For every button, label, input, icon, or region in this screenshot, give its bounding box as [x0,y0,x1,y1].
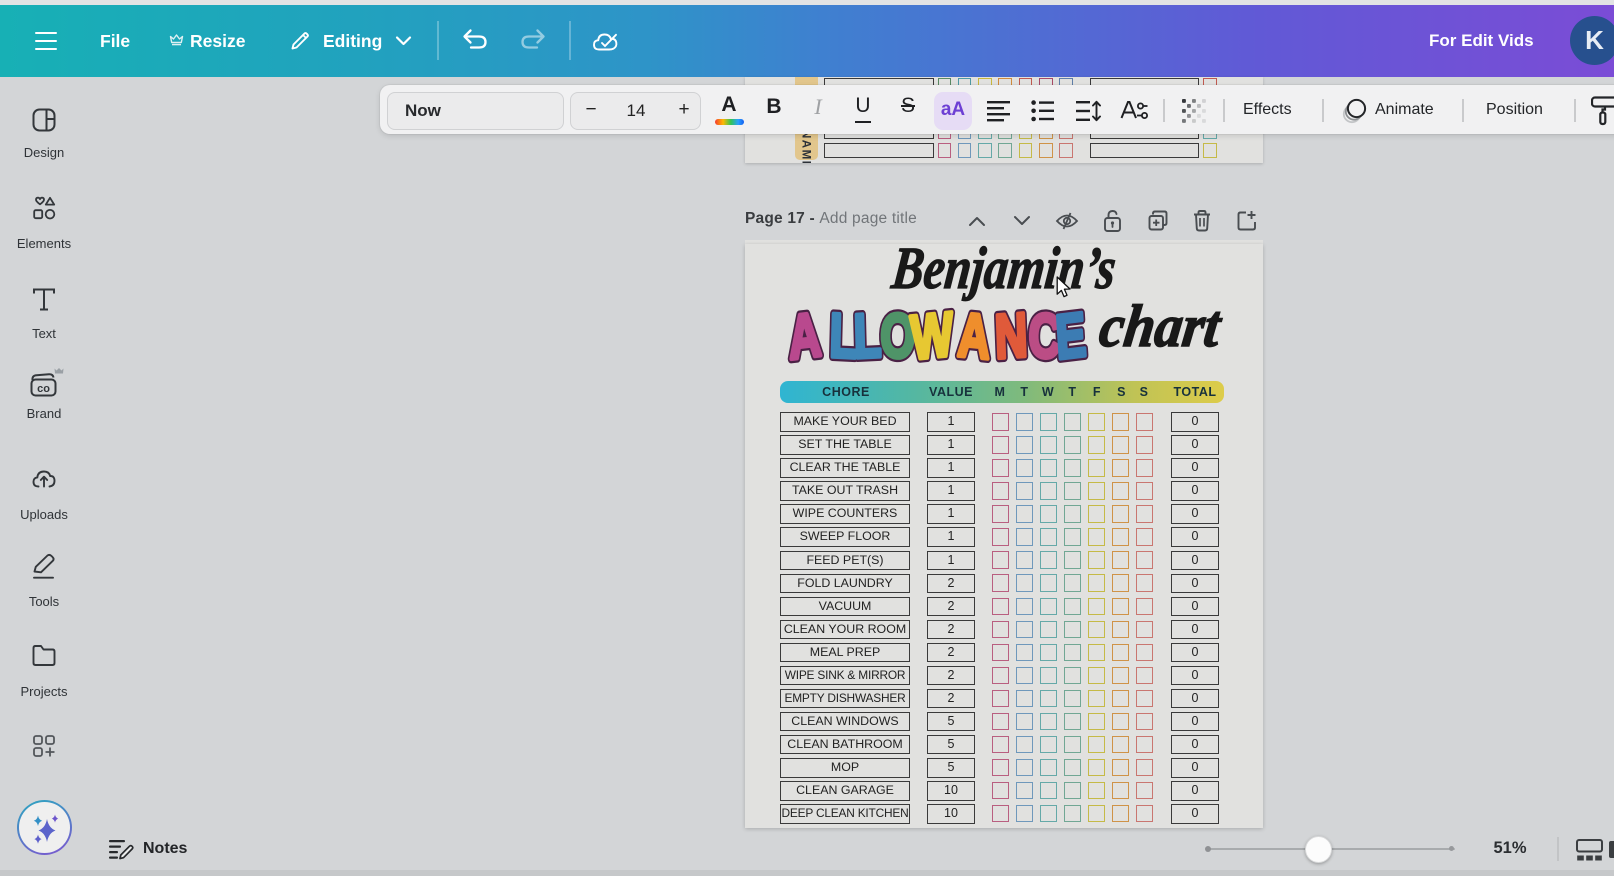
svg-text:NAME:: NAME: [800,130,812,163]
svg-text:A: A [786,304,822,373]
svg-text:L: L [853,304,882,371]
svg-text:N: N [994,304,1029,372]
svg-text:co: co [37,383,50,395]
svg-text:A: A [956,304,992,372]
svg-text:W: W [909,304,954,373]
